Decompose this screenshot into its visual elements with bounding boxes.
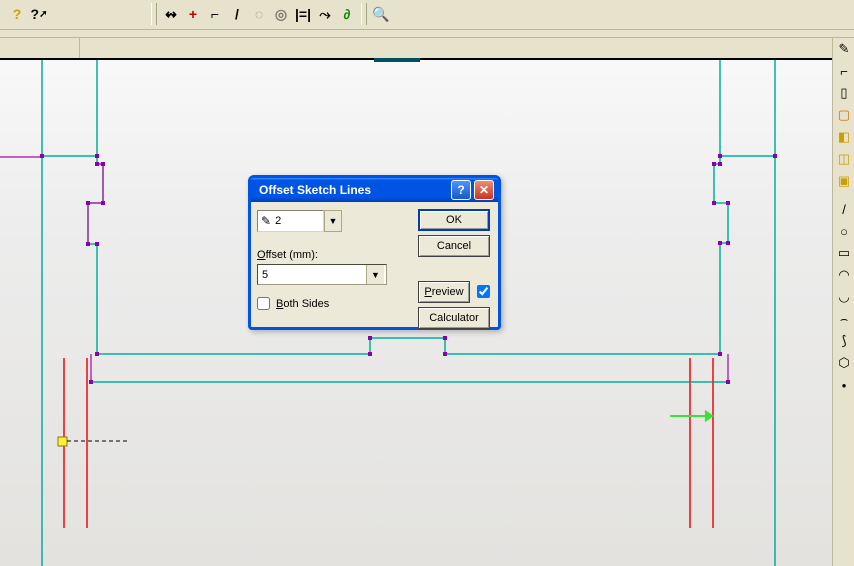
circle-tool-icon[interactable]: ◌	[248, 3, 270, 25]
selection-count-box[interactable]: ✎ 2	[257, 210, 324, 232]
arc2-icon[interactable]: ◡	[833, 286, 854, 308]
sketch-icon[interactable]: ✎	[833, 38, 854, 60]
cancel-button[interactable]: Cancel	[418, 235, 490, 257]
offset-combo[interactable]: ▼	[257, 264, 387, 285]
preview-checkbox[interactable]	[477, 285, 490, 298]
spline-icon[interactable]: ∂	[336, 3, 358, 25]
top-toolbar: ? ?➚ ↭ + ⌐ / ◌ ◎ |=| ⤳ ∂ 🔍	[0, 0, 854, 30]
dialog-close-button[interactable]: ✕	[474, 180, 494, 200]
revolve-icon[interactable]: ◫	[833, 148, 854, 170]
rectangle-icon[interactable]: ▭	[833, 242, 854, 264]
both-sides-row[interactable]: Both Sides	[257, 297, 329, 310]
concentric-icon[interactable]: ◎	[270, 3, 292, 25]
circle-icon[interactable]: ○	[833, 220, 854, 242]
preview-button[interactable]: Preview	[418, 281, 470, 303]
selection-count: 2	[275, 215, 281, 227]
sketch-canvas[interactable]: Offset Sketch Lines ? ✕ ✎ 2 ▼ Offset (mm…	[0, 38, 832, 566]
selection-icon: ✎	[261, 214, 271, 228]
help-button[interactable]: ?	[6, 3, 28, 25]
offset-sketch-lines-dialog: Offset Sketch Lines ? ✕ ✎ 2 ▼ Offset (mm…	[248, 175, 501, 330]
ok-button[interactable]: OK	[418, 209, 490, 231]
dialog-title-text: Offset Sketch Lines	[255, 183, 448, 197]
face-icon[interactable]: ▢	[833, 104, 854, 126]
tangent-icon[interactable]: ⤳	[314, 3, 336, 25]
fillet-icon[interactable]: ⟆	[833, 330, 854, 352]
point-icon[interactable]: •	[833, 374, 854, 396]
dialog-titlebar[interactable]: Offset Sketch Lines ? ✕	[251, 178, 498, 202]
perpendicular-icon[interactable]: ⌐	[204, 3, 226, 25]
dialog-help-button[interactable]: ?	[451, 180, 471, 200]
offset-label: Offset (mm):	[257, 249, 318, 261]
both-sides-checkbox[interactable]	[257, 297, 270, 310]
line-icon[interactable]: /	[833, 198, 854, 220]
offset-input[interactable]	[258, 269, 366, 281]
rect-icon[interactable]: ▯	[833, 82, 854, 104]
line-tool-icon[interactable]: /	[226, 3, 248, 25]
offset-dropdown-button[interactable]: ▼	[366, 265, 384, 284]
arc3-icon[interactable]: ⌢	[833, 308, 854, 330]
polygon-icon[interactable]: ⬡	[833, 352, 854, 374]
calculator-button[interactable]: Calculator	[418, 307, 490, 329]
box-icon[interactable]: ▣	[833, 170, 854, 192]
extrude-icon[interactable]: ◧	[833, 126, 854, 148]
right-toolbar: ✎ ⌐ ▯ ▢ ◧ ◫ ▣ / ○ ▭ ◠ ◡ ⌢ ⟆ ⬡ •	[832, 38, 854, 566]
both-sides-label: Both Sides	[276, 298, 329, 310]
add-point-icon[interactable]: +	[182, 3, 204, 25]
context-help-button[interactable]: ?➚	[28, 3, 50, 25]
offset-tool-icon[interactable]: |=|	[292, 3, 314, 25]
zoom-icon[interactable]: 🔍	[370, 3, 392, 25]
corner-icon[interactable]: ⌐	[833, 60, 854, 82]
constraint-horizontal-icon[interactable]: ↭	[160, 3, 182, 25]
arc1-icon[interactable]: ◠	[833, 264, 854, 286]
selection-dropdown-button[interactable]: ▼	[324, 210, 342, 232]
sub-toolbar	[0, 30, 854, 38]
